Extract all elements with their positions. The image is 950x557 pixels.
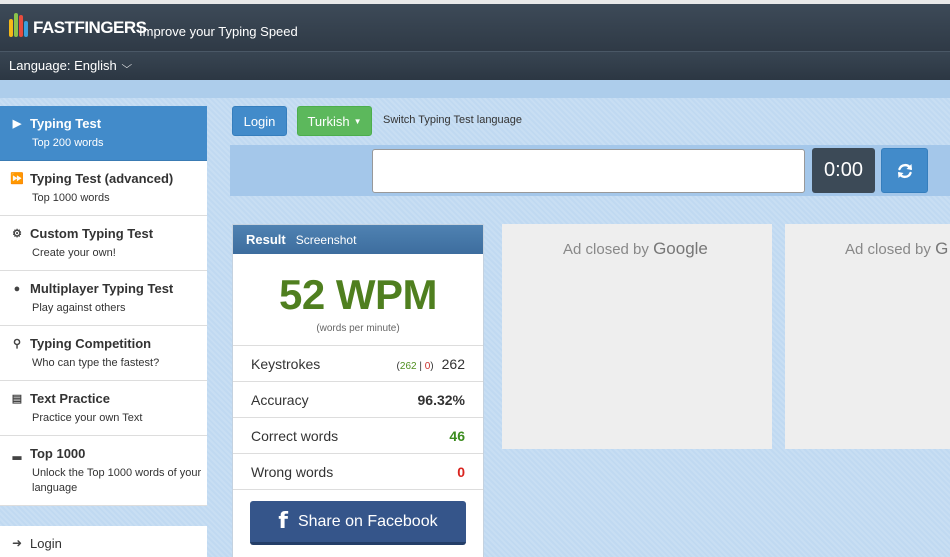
- sidebar-item-competition[interactable]: ⚲ Typing Competition Who can type the fas…: [0, 326, 207, 381]
- sidebar-login-label: Login: [30, 536, 62, 551]
- sidebar-item-label: Typing Test: [30, 116, 102, 131]
- switch-language-label: Switch Typing Test language: [383, 114, 523, 126]
- sidebar-item-subtitle: Top 1000 words: [32, 192, 110, 204]
- header-stripe: [0, 80, 950, 98]
- sidebar-item-label: Multiplayer Typing Test: [30, 281, 174, 296]
- sidebar-item-custom-typing-test[interactable]: ⚙ Custom Typing Test Create your own!: [0, 216, 207, 271]
- ad-closed-text: Ad closed by G: [845, 239, 949, 258]
- accuracy-row: Accuracy 96.32%: [233, 382, 483, 418]
- sidebar: ▶ Typing Test Top 200 words ⏩ Typing Test …: [0, 106, 207, 506]
- typing-input[interactable]: [372, 149, 805, 193]
- sidebar-item-subtitle: Create your own!: [32, 247, 116, 259]
- share-facebook-button[interactable]: f Share on Facebook: [250, 501, 466, 545]
- wpm-subtitle: (words per minute): [316, 323, 400, 334]
- sidebar-item-subtitle: Play against others: [32, 302, 126, 314]
- ad-slot-2: Ad closed by G: [785, 224, 950, 449]
- sidebar-item-subtitle: Unlock the Top 1000 words of your langua…: [32, 467, 202, 494]
- login-button[interactable]: Login: [232, 106, 287, 136]
- sidebar-item-label: Top 1000: [30, 446, 86, 461]
- caret-down-icon: ▼: [353, 116, 362, 126]
- top-header: FASTFINGERS Improve your Typing Speed: [0, 0, 950, 51]
- language-selector[interactable]: Language: English ⌵: [9, 58, 132, 73]
- keystrokes-total: 262: [441, 355, 465, 372]
- sidebar-item-label: Typing Test (advanced): [30, 171, 174, 186]
- tab-screenshot[interactable]: Screenshot: [296, 233, 357, 247]
- share-facebook-label: Share on Facebook: [297, 512, 438, 530]
- sidebar-item-typing-test-advanced[interactable]: ⏩ Typing Test (advanced) Top 1000 words: [0, 161, 207, 216]
- document-icon: ▤: [11, 393, 23, 405]
- result-tabs: Result Screenshot: [233, 225, 483, 254]
- wrong-words-row: Wrong words 0: [233, 454, 483, 490]
- correct-words-row: Correct words 46: [233, 418, 483, 454]
- accuracy-label: Accuracy: [251, 391, 309, 408]
- login-icon: ➜: [11, 536, 23, 550]
- wrong-words-label: Wrong words: [251, 463, 334, 480]
- keystrokes-row: Keystrokes (262 | 0) 262: [233, 346, 483, 382]
- wrong-words-value: 0: [457, 463, 465, 480]
- keystrokes-detail: (262 | 0): [396, 360, 434, 372]
- sidebar-item-typing-test[interactable]: ▶ Typing Test Top 200 words: [0, 106, 207, 161]
- language-bar: Language: English ⌵: [0, 51, 950, 80]
- language-dropdown-button[interactable]: Turkish ▼: [297, 106, 372, 136]
- logo-text: FASTFINGERS: [33, 18, 147, 37]
- signal-icon: ▂: [12, 448, 22, 460]
- ad-closed-text: Ad closed by Google: [563, 239, 708, 258]
- trophy-icon: ⚲: [12, 338, 22, 350]
- chevron-down-icon: ⌵: [121, 60, 132, 71]
- wpm-value: 52 WPM: [278, 271, 438, 318]
- logo-hand-icon: [9, 13, 31, 43]
- play-icon: ▶: [12, 118, 22, 130]
- header-slogan: Improve your Typing Speed: [139, 24, 298, 39]
- accuracy-value: 96.32%: [417, 391, 465, 408]
- wpm-box: 52 WPM (words per minute): [233, 254, 483, 346]
- sidebar-login[interactable]: ➜ Login: [0, 526, 207, 557]
- sidebar-item-label: Typing Competition: [30, 336, 152, 351]
- result-panel: Result Screenshot 52 WPM (words per minu…: [232, 224, 484, 557]
- language-button-label: Turkish: [307, 113, 350, 129]
- timer: 0:00: [812, 148, 875, 193]
- facebook-icon: f: [278, 509, 288, 534]
- logo[interactable]: FASTFINGERS: [9, 11, 147, 45]
- sidebar-item-subtitle: Who can type the fastest?: [32, 357, 160, 369]
- keystrokes-label: Keystrokes: [251, 355, 321, 372]
- users-icon: ●: [13, 282, 21, 295]
- sidebar-item-label: Text Practice: [30, 391, 110, 406]
- sidebar-item-top-1000[interactable]: ▂ Top 1000 Unlock the Top 1000 words of y…: [0, 436, 207, 506]
- reload-button[interactable]: [881, 148, 928, 193]
- correct-words-label: Correct words: [251, 427, 339, 444]
- ad-slot-1: Ad closed by Google: [502, 224, 772, 449]
- sidebar-item-text-practice[interactable]: ▤ Text Practice Practice your own Text: [0, 381, 207, 436]
- refresh-icon: [897, 163, 912, 178]
- correct-words-value: 46: [449, 427, 465, 444]
- sidebar-item-multiplayer[interactable]: ● Multiplayer Typing Test Play against ot…: [0, 271, 207, 326]
- sidebar-item-subtitle: Practice your own Text: [32, 412, 143, 424]
- sidebar-item-subtitle: Top 200 words: [32, 137, 104, 149]
- sidebar-item-label: Custom Typing Test: [30, 226, 154, 241]
- language-label: Language: English: [9, 58, 117, 73]
- tab-result[interactable]: Result: [246, 232, 286, 247]
- cogs-icon: ⚙: [12, 228, 22, 240]
- fast-forward-icon: ⏩: [10, 173, 24, 185]
